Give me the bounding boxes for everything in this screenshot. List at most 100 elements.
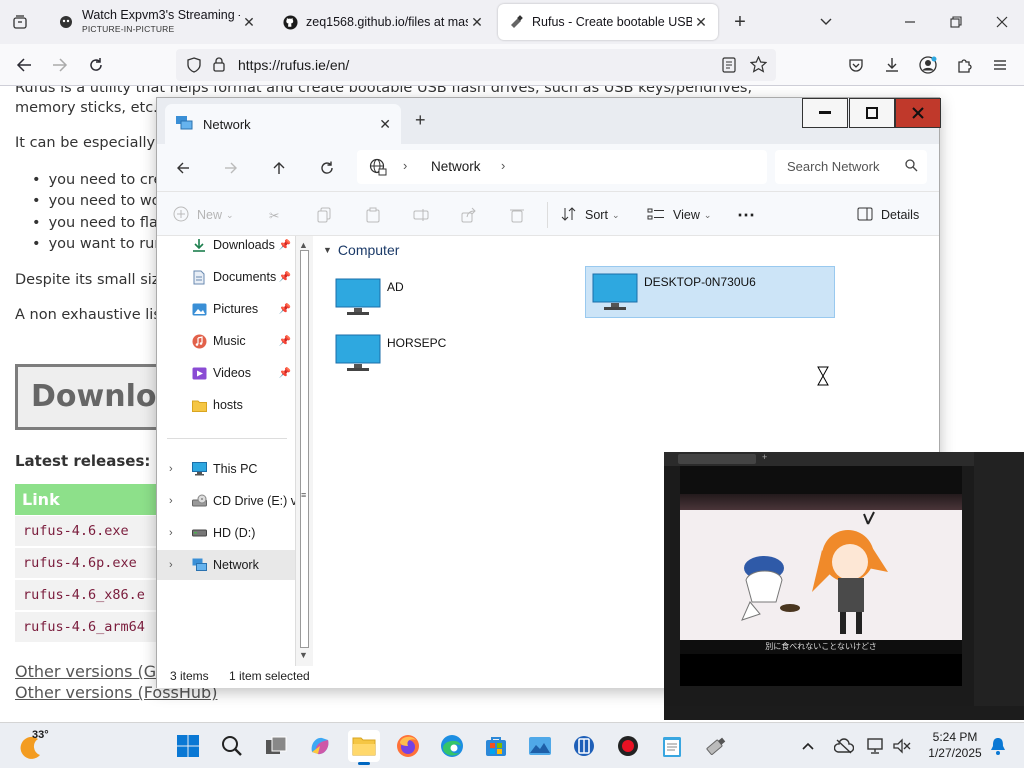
search-button[interactable]	[216, 730, 248, 762]
pocket-icon[interactable]	[844, 53, 868, 77]
nav-scrollbar[interactable]: ▲ ≡ ▼	[295, 236, 313, 666]
download-link[interactable]: rufus-4.6.exe	[15, 516, 165, 547]
pip-video-frame[interactable]	[680, 510, 962, 640]
new-tab-icon[interactable]: +	[728, 10, 752, 34]
pin-icon[interactable]: 📌	[279, 368, 291, 379]
volume-button[interactable]	[890, 730, 914, 762]
chevron-down-icon[interactable]	[814, 10, 838, 34]
more-options-icon[interactable]: ⋯	[737, 204, 755, 226]
pin-icon[interactable]: 📌	[279, 304, 291, 315]
back-arrow-icon[interactable]	[171, 158, 195, 178]
scroll-down-icon[interactable]: ▼	[299, 650, 308, 660]
lock-icon[interactable]	[212, 56, 226, 75]
chevron-right-icon[interactable]: ›	[169, 495, 173, 507]
download-link[interactable]: rufus-4.6p.exe	[15, 548, 165, 579]
chevron-right-icon[interactable]: ›	[403, 158, 407, 173]
photos-button[interactable]	[524, 730, 556, 762]
task-view-button[interactable]	[260, 730, 292, 762]
copilot-button[interactable]	[304, 730, 336, 762]
file-explorer-taskbar-button[interactable]	[348, 730, 380, 765]
nav-item-hd-drive[interactable]: › HD (D:)	[157, 518, 295, 548]
forward-arrow-icon[interactable]	[48, 53, 72, 77]
nav-item-this-pc[interactable]: › This PC	[157, 454, 295, 484]
download-link[interactable]: rufus-4.6_arm64	[15, 612, 165, 643]
view-button[interactable]: View ⌄	[647, 204, 711, 226]
new-tab-icon[interactable]: +	[415, 110, 426, 131]
breadcrumb[interactable]: › Network ›	[357, 150, 767, 184]
account-icon[interactable]	[916, 53, 940, 77]
download-link[interactable]: rufus-4.6_x86.e	[15, 580, 165, 611]
nav-item-pictures[interactable]: Pictures 📌	[157, 294, 295, 324]
share-icon[interactable]	[461, 204, 477, 226]
reader-view-icon[interactable]	[722, 57, 736, 76]
app-button[interactable]	[568, 730, 600, 762]
minimize-icon[interactable]	[898, 10, 922, 34]
computer-item-horsepc[interactable]: HORSEPC	[335, 328, 535, 380]
restore-icon[interactable]	[944, 10, 968, 34]
nav-item-cd-drive[interactable]: › CD Drive (E:) virt	[157, 486, 295, 516]
maximize-button[interactable]	[849, 98, 895, 128]
extensions-icon[interactable]	[952, 53, 976, 77]
chevron-right-icon[interactable]: ›	[169, 463, 173, 475]
chevron-right-icon[interactable]: ›	[169, 559, 173, 571]
minimize-button[interactable]	[802, 98, 848, 128]
rename-icon[interactable]	[413, 204, 429, 226]
nav-item-hosts[interactable]: hosts	[157, 390, 295, 420]
nav-item-documents[interactable]: Documents 📌	[157, 262, 295, 292]
new-button[interactable]: New ⌄	[173, 204, 234, 226]
chevron-right-icon[interactable]: ›	[501, 158, 505, 173]
close-tab-icon[interactable]: ✕	[468, 14, 486, 31]
paste-icon[interactable]	[365, 204, 381, 226]
close-window-icon[interactable]	[990, 10, 1014, 34]
shield-icon[interactable]	[186, 57, 202, 76]
scroll-up-icon[interactable]: ▲	[299, 240, 308, 250]
pin-icon[interactable]: 📌	[279, 336, 291, 347]
network-status-button[interactable]	[864, 730, 890, 762]
tab-list-icon[interactable]	[8, 10, 32, 34]
pin-icon[interactable]: 📌	[279, 272, 291, 283]
search-input[interactable]: Search Network	[775, 150, 927, 184]
store-button[interactable]	[480, 730, 512, 762]
download-button[interactable]: Downloa	[15, 364, 177, 430]
reload-icon[interactable]	[84, 53, 108, 77]
close-window-button[interactable]	[895, 98, 941, 128]
clock[interactable]: 5:24 PM 1/27/2025	[922, 729, 988, 763]
other-versions-link[interactable]: Other versions (G	[15, 662, 156, 681]
weather-widget[interactable]: 33°	[18, 729, 58, 763]
computer-item-desktop[interactable]: DESKTOP-0N730U6	[585, 266, 835, 318]
nav-item-network[interactable]: › Network	[157, 550, 295, 580]
menu-icon[interactable]	[988, 53, 1012, 77]
picture-in-picture-window[interactable]: + 別に食べれないことないけどさ	[664, 452, 1024, 720]
nav-item-downloads[interactable]: Downloads 📌	[157, 230, 295, 260]
tab-rufus[interactable]: Rufus - Create bootable USB dri ✕	[498, 4, 718, 40]
cut-icon[interactable]: ✂	[269, 204, 279, 226]
back-arrow-icon[interactable]	[12, 53, 36, 77]
tab-github[interactable]: zeq1568.github.io/files at maste ✕	[272, 4, 494, 40]
forward-arrow-icon[interactable]	[219, 158, 243, 178]
usb-tool-button[interactable]	[700, 730, 732, 762]
notifications-button[interactable]	[986, 730, 1010, 762]
show-hidden-icons-button[interactable]	[796, 730, 820, 762]
start-button[interactable]	[172, 730, 204, 762]
details-button[interactable]: Details	[857, 204, 919, 226]
close-icon[interactable]: ✕	[379, 116, 391, 133]
nav-item-music[interactable]: Music 📌	[157, 326, 295, 356]
edge-button[interactable]	[436, 730, 468, 762]
sort-button[interactable]: Sort ⌄	[561, 204, 619, 226]
scroll-thumb[interactable]	[300, 250, 309, 648]
close-tab-icon[interactable]: ✕	[240, 14, 258, 31]
pin-icon[interactable]: 📌	[279, 240, 291, 251]
bookmark-star-icon[interactable]	[749, 55, 768, 76]
copy-icon[interactable]	[317, 204, 333, 226]
up-arrow-icon[interactable]	[267, 158, 291, 178]
firefox-button[interactable]	[392, 730, 424, 762]
explorer-tab-network[interactable]: Network ✕	[165, 104, 401, 144]
delete-icon[interactable]	[509, 204, 525, 226]
computer-item-ad[interactable]: AD	[335, 272, 535, 324]
group-header[interactable]: ▼ Computer	[323, 242, 399, 258]
recorder-button[interactable]	[612, 730, 644, 762]
close-tab-icon[interactable]: ✕	[692, 14, 710, 31]
chevron-down-icon[interactable]: ▼	[323, 245, 332, 255]
address-bar[interactable]: https://rufus.ie/en/	[176, 49, 776, 81]
refresh-icon[interactable]	[315, 158, 339, 178]
